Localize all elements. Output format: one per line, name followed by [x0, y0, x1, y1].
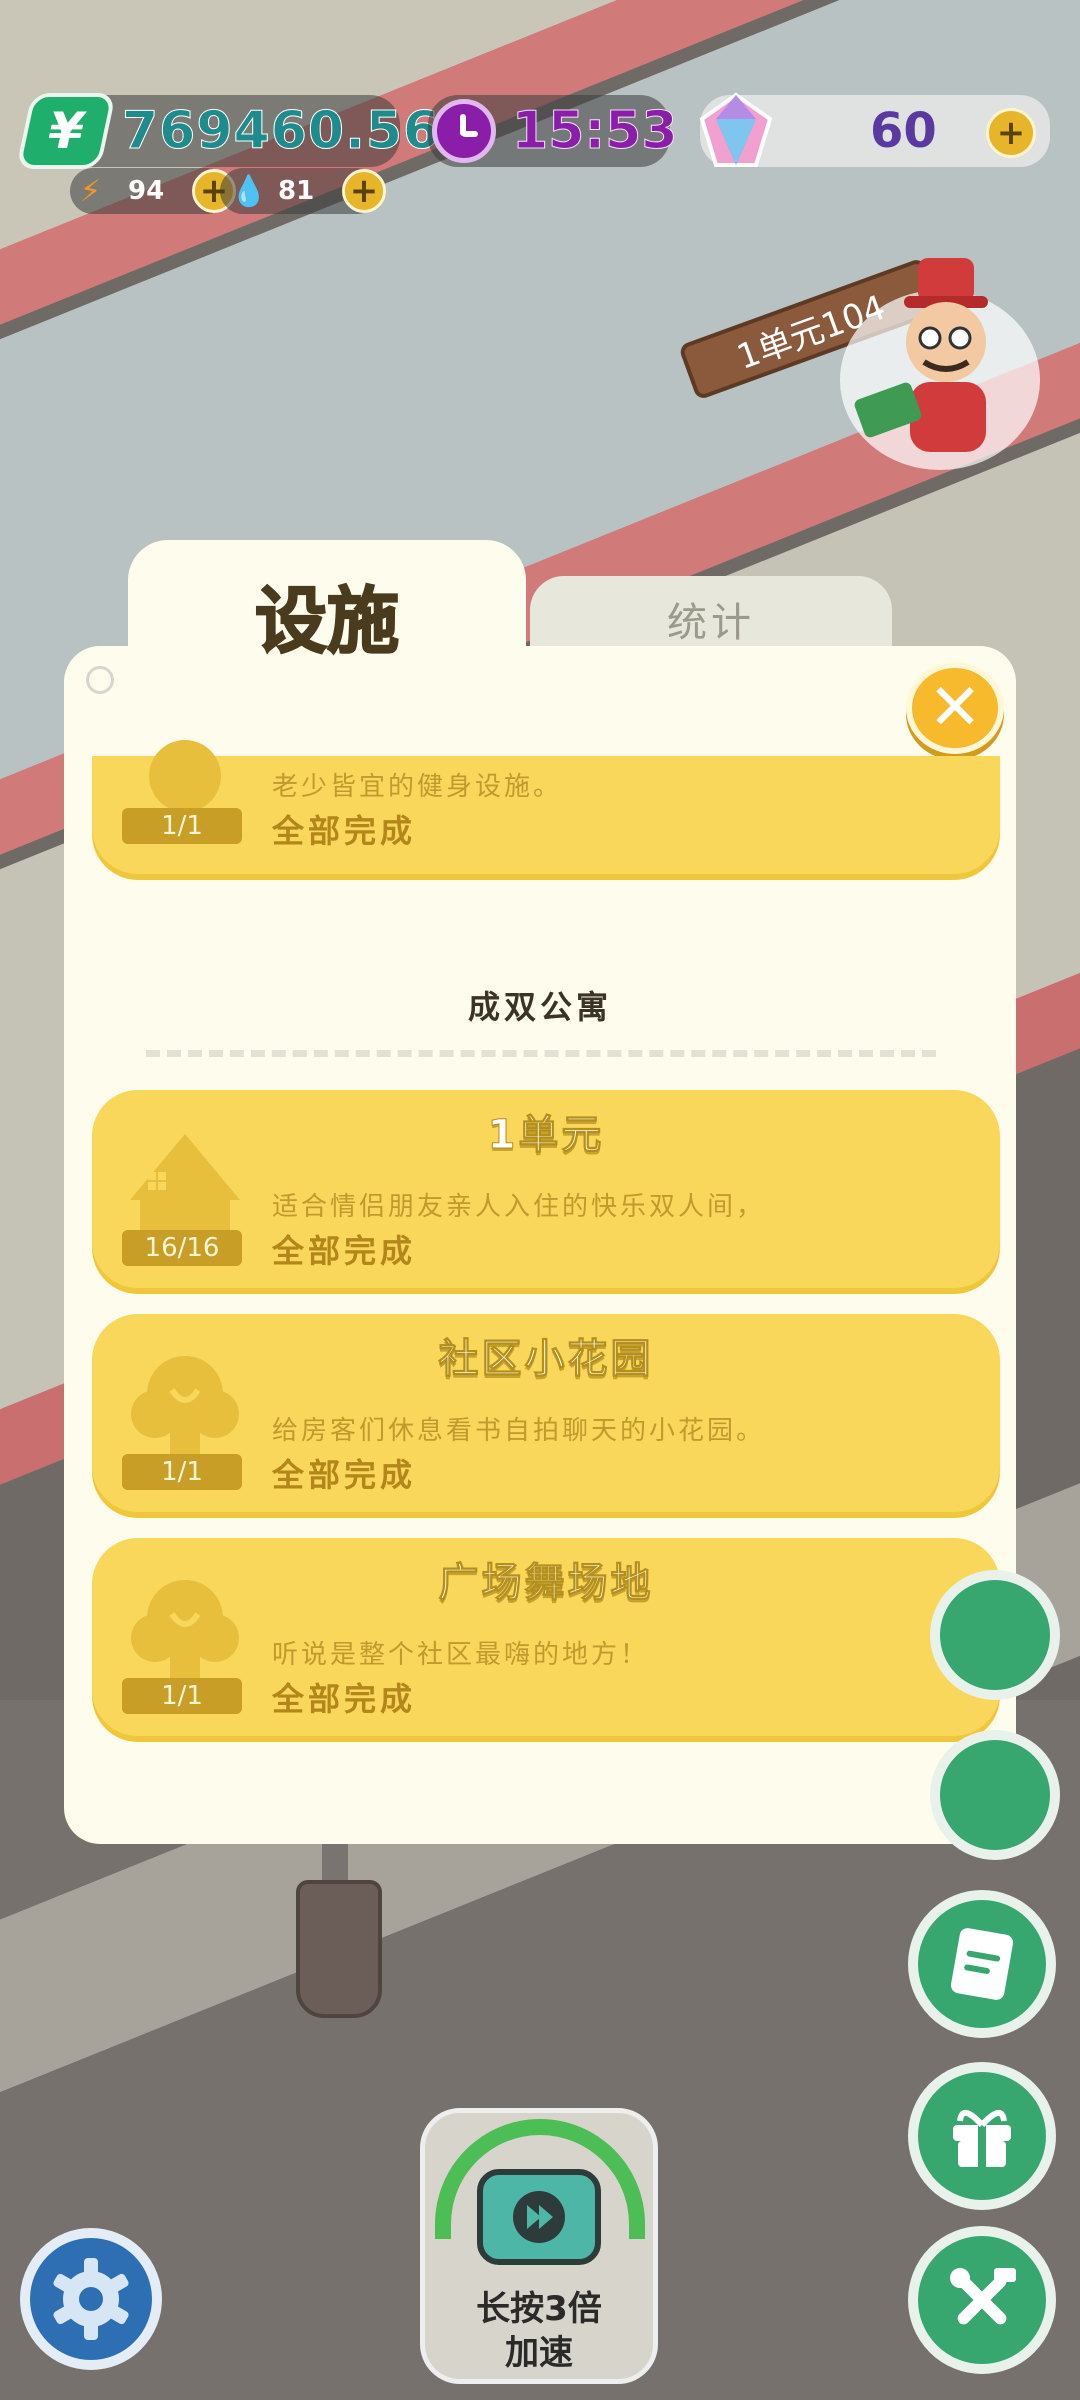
card-desc: 听说是整个社区最嗨的地方！ [272, 1640, 650, 1670]
settings-button[interactable] [20, 2228, 162, 2370]
side-button[interactable] [930, 1730, 1060, 1860]
gem-counter: 60 + [699, 92, 1050, 167]
notes-button[interactable] [908, 1890, 1056, 2038]
landlord-mascot[interactable] [840, 250, 1040, 470]
speed-up-button[interactable]: 长按3倍 加速 [420, 2108, 658, 2384]
gem-value: 60 [870, 103, 937, 159]
money-value: 769460.56 [121, 101, 441, 162]
card-status: 全部完成 [272, 812, 417, 850]
speed-label: 长按3倍 加速 [425, 2287, 653, 2375]
water-value: 81 [278, 176, 315, 206]
gem-icon [699, 92, 773, 167]
card-progress: 1/1 [122, 1678, 242, 1714]
water-drop-icon: 💧 [230, 174, 268, 209]
card-progress: 1/1 [122, 1454, 242, 1490]
card-desc: 老少皆宜的健身设施。 [272, 772, 563, 802]
card-progress: 1/1 [122, 808, 242, 844]
panel-corner-icon [86, 666, 114, 694]
water-counter: 💧 81 + [220, 168, 386, 214]
divider [146, 1050, 936, 1057]
mascot-icon [854, 258, 988, 452]
card-desc: 给房客们休息看书自拍聊天的小花园。 [272, 1416, 766, 1446]
energy-value: 94 [128, 176, 165, 206]
lightning-icon: ⚡ [80, 174, 102, 209]
group-title: 成双公寓 [467, 988, 612, 1026]
notepad-icon [950, 1928, 1014, 2000]
gear-icon [53, 2258, 129, 2340]
facility-card-dance-square[interactable]: 广场舞场地 听说是整个社区最嗨的地方！ 全部完成 1/1 [92, 1538, 1000, 1736]
clock-icon [432, 99, 496, 163]
facility-card-unit1[interactable]: 1单元 适合情侣朋友亲人入住的快乐双人间， 全部完成 16/16 [92, 1090, 1000, 1288]
lamp-base [296, 1880, 382, 2018]
gift-icon [953, 2110, 1011, 2167]
speed-label-line2: 加速 [505, 2333, 573, 2373]
add-water-button[interactable]: + [342, 169, 386, 213]
card-status: 全部完成 [272, 1232, 417, 1270]
build-tools-button[interactable] [908, 2226, 1056, 2374]
gift-button[interactable] [908, 2062, 1056, 2210]
speed-label-line1: 长按3倍 [476, 2289, 602, 2329]
tab-statistics-label: 统计 [667, 600, 755, 646]
facility-card-garden[interactable]: 社区小花园 给房客们休息看书自拍聊天的小花园。 全部完成 1/1 [92, 1314, 1000, 1512]
card-desc: 适合情侣朋友亲人入住的快乐双人间， [272, 1192, 766, 1222]
add-gems-button[interactable]: + [986, 108, 1036, 158]
energy-counter: ⚡ 94 + [70, 168, 236, 214]
card-status: 全部完成 [272, 1680, 417, 1718]
tab-facilities[interactable]: 设施 [128, 540, 526, 690]
tab-facilities-label: 设施 [254, 578, 400, 664]
tools-icon [950, 2268, 1016, 2325]
card-status: 全部完成 [272, 1456, 417, 1494]
game-clock: 15:53 [428, 95, 678, 167]
side-button[interactable] [930, 1570, 1060, 1700]
yen-icon: ¥ [15, 93, 117, 169]
close-button[interactable]: ✕ [906, 662, 1004, 754]
clock-value: 15:53 [512, 101, 679, 162]
card-progress: 16/16 [122, 1230, 242, 1266]
money-counter: ¥ 769460.56 [15, 93, 440, 169]
facility-card-fitness[interactable]: 老少皆宜的健身设施。 全部完成 1/1 [92, 740, 1000, 874]
tv-fast-forward-icon [477, 2169, 601, 2265]
